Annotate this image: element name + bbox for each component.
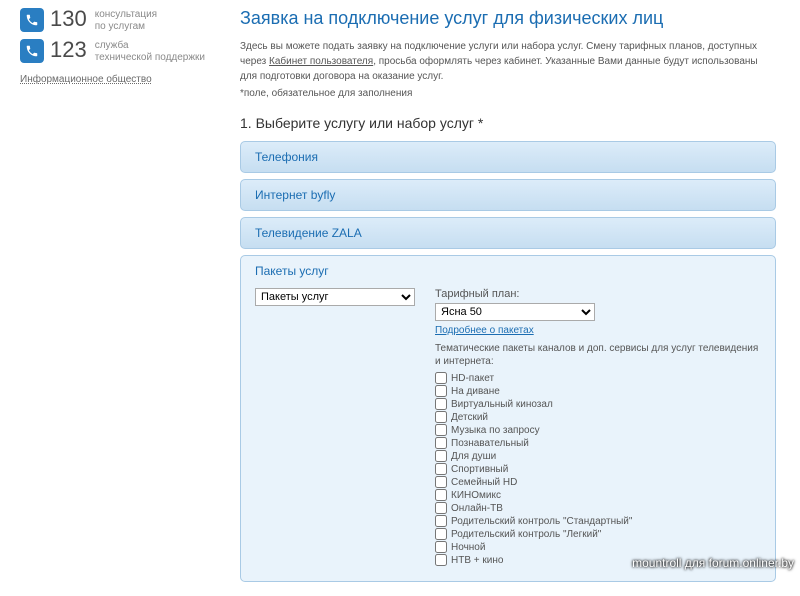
tariff-label: Тарифный план: [435, 288, 761, 300]
package-select[interactable]: Пакеты услуг [255, 288, 415, 306]
package-option[interactable]: КИНОмикс [435, 489, 761, 501]
accordion-tv-zala[interactable]: Телевидение ZALA [240, 217, 776, 249]
user-cabinet-link[interactable]: Кабинет пользователя [269, 56, 373, 67]
phone-item-123: 123 служба технической поддержки [20, 39, 220, 64]
phone-icon [20, 39, 44, 63]
phone-desc: служба технической поддержки [95, 39, 205, 64]
package-option[interactable]: Родительский контроль "Легкий" [435, 528, 761, 540]
package-option-checkbox[interactable] [435, 385, 447, 397]
package-option-checkbox[interactable] [435, 515, 447, 527]
watermark: mountroll для forum.onliner.by [632, 556, 794, 570]
package-option-label: Спортивный [451, 464, 508, 475]
package-option-label: КИНОмикс [451, 490, 501, 501]
package-option-label: Детский [451, 412, 488, 423]
package-option-label: На диване [451, 386, 500, 397]
package-option[interactable]: Ночной [435, 541, 761, 553]
package-option[interactable]: Познавательный [435, 437, 761, 449]
phone-icon [20, 8, 44, 32]
package-option-label: Родительский контроль "Стандартный" [451, 516, 632, 527]
package-option-checkbox[interactable] [435, 372, 447, 384]
package-option[interactable]: HD-пакет [435, 372, 761, 384]
package-option-checkbox[interactable] [435, 411, 447, 423]
package-option-label: HD-пакет [451, 373, 494, 384]
accordion-telephony[interactable]: Телефония [240, 141, 776, 173]
package-option-label: Виртуальный кинозал [451, 399, 553, 410]
package-option-checkbox[interactable] [435, 450, 447, 462]
package-option[interactable]: Виртуальный кинозал [435, 398, 761, 410]
phone-desc: консультация по услугам [95, 8, 157, 33]
package-option-checkbox[interactable] [435, 502, 447, 514]
package-option-label: Познавательный [451, 438, 529, 449]
intro-text: Здесь вы можете подать заявку на подключ… [240, 39, 776, 84]
package-option[interactable]: Семейный HD [435, 476, 761, 488]
more-packages-link[interactable]: Подробнее о пакетах [435, 325, 534, 336]
package-option-label: Для души [451, 451, 496, 462]
package-option-label: Ночной [451, 542, 485, 553]
package-option[interactable]: Для души [435, 450, 761, 462]
theme-desc: Тематические пакеты каналов и доп. серви… [435, 342, 761, 368]
sidebar: 130 консультация по услугам 123 служба т… [0, 0, 228, 596]
package-option-checkbox[interactable] [435, 424, 447, 436]
tariff-select[interactable]: Ясна 50 [435, 303, 595, 321]
package-option-checkbox[interactable] [435, 437, 447, 449]
package-option-checkbox[interactable] [435, 398, 447, 410]
package-option-checkbox[interactable] [435, 463, 447, 475]
package-option[interactable]: Онлайн-ТВ [435, 502, 761, 514]
package-option-label: Семейный HD [451, 477, 517, 488]
info-society-link[interactable]: Информационное общество [20, 74, 220, 85]
package-option[interactable]: Музыка по запросу [435, 424, 761, 436]
package-option[interactable]: Спортивный [435, 463, 761, 475]
package-option-label: НТВ + кино [451, 555, 503, 566]
package-option-checkbox[interactable] [435, 489, 447, 501]
step-1-title: 1. Выберите услугу или набор услуг * [240, 115, 776, 131]
package-option-label: Родительский контроль "Легкий" [451, 529, 601, 540]
main-content: Заявка на подключение услуг для физическ… [228, 0, 800, 596]
package-option-label: Онлайн-ТВ [451, 503, 503, 514]
accordion-packages: Пакеты услуг Пакеты услуг Тарифный план:… [240, 255, 776, 582]
phone-number: 123 [50, 39, 87, 61]
package-option-checkbox[interactable] [435, 541, 447, 553]
accordion-internet-byfly[interactable]: Интернет byfly [240, 179, 776, 211]
package-option[interactable]: Детский [435, 411, 761, 423]
package-option-checkbox[interactable] [435, 554, 447, 566]
package-option[interactable]: Родительский контроль "Стандартный" [435, 515, 761, 527]
package-option[interactable]: На диване [435, 385, 761, 397]
package-option-checkbox[interactable] [435, 528, 447, 540]
phone-item-130: 130 консультация по услугам [20, 8, 220, 33]
package-option-checkbox[interactable] [435, 476, 447, 488]
required-note: *поле, обязательное для заполнения [240, 88, 776, 99]
accordion-packages-header[interactable]: Пакеты услуг [255, 264, 761, 278]
page-title: Заявка на подключение услуг для физическ… [240, 8, 776, 29]
package-option-label: Музыка по запросу [451, 425, 540, 436]
phone-number: 130 [50, 8, 87, 30]
